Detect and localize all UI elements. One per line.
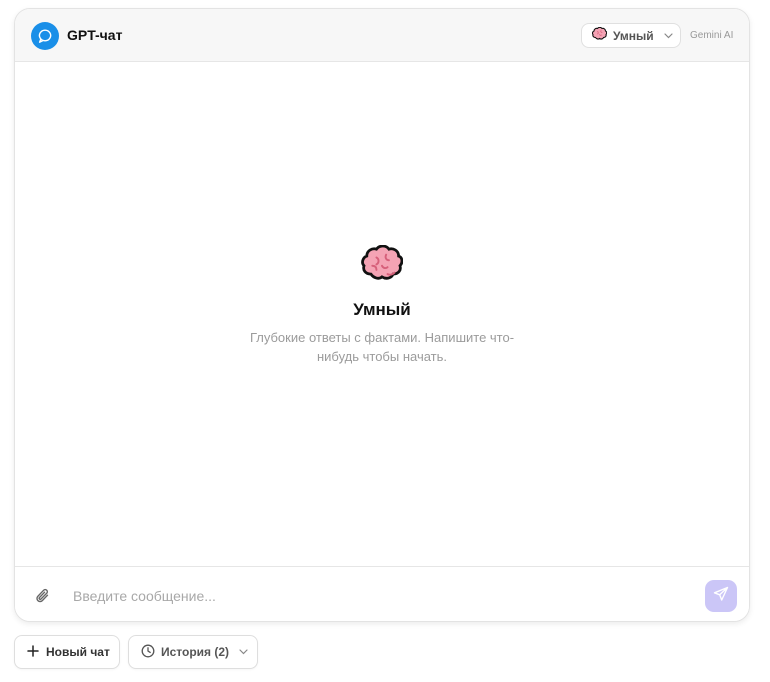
chevron-down-icon <box>239 649 248 655</box>
new-chat-label: Новый чат <box>46 645 110 659</box>
chat-bubble-icon <box>31 22 59 50</box>
app-title: GPT-чат <box>67 27 123 43</box>
history-label: История (2) <box>161 645 230 659</box>
mode-select[interactable]: Умный <box>581 23 681 48</box>
send-icon <box>713 586 729 607</box>
provider-label: Gemini AI <box>690 30 734 41</box>
mode-select-label: Умный <box>613 28 654 43</box>
message-composer <box>15 566 749 621</box>
plus-icon <box>27 644 39 660</box>
chat-window: GPT-чат Умный Gemini AI Умный Глубокие о… <box>14 8 750 622</box>
paperclip-icon[interactable] <box>35 587 51 610</box>
chat-header: GPT-чат Умный Gemini AI <box>15 9 749 62</box>
empty-state: Умный Глубокие ответы с фактами. Напишит… <box>15 244 749 366</box>
empty-state-description: Глубокие ответы с фактами. Напишите что-… <box>249 330 515 364</box>
send-button[interactable] <box>705 580 737 612</box>
message-input[interactable] <box>73 585 693 607</box>
brain-icon <box>15 244 749 286</box>
clock-icon <box>141 644 155 661</box>
empty-state-title: Умный <box>353 300 411 319</box>
history-button[interactable]: История (2) <box>128 635 258 669</box>
chevron-down-icon <box>664 32 673 39</box>
new-chat-button[interactable]: Новый чат <box>14 635 120 669</box>
brain-icon <box>591 26 608 45</box>
